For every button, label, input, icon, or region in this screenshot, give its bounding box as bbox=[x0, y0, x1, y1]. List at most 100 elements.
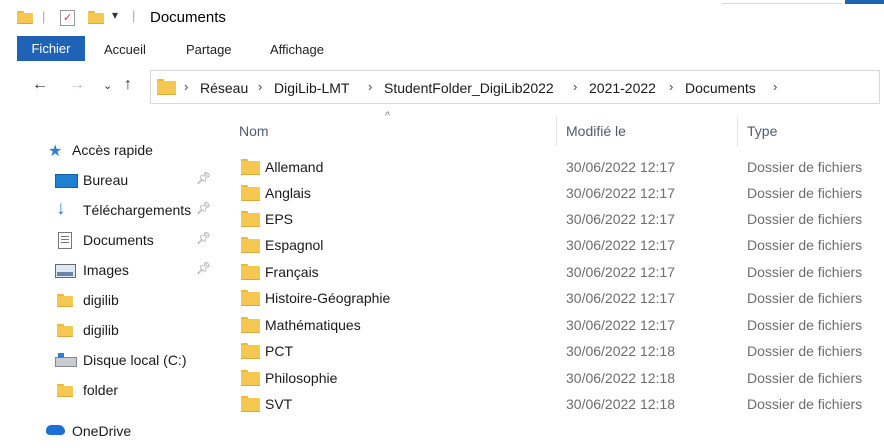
chevron-right-icon[interactable]: › bbox=[773, 79, 777, 94]
item-type: Dossier de fichiers bbox=[747, 237, 863, 253]
list-item[interactable]: Philosophie 30/06/2022 12:18 Dossier de … bbox=[240, 366, 884, 392]
list-item[interactable]: Mathématiques 30/06/2022 12:17 Dossier d… bbox=[240, 313, 884, 339]
item-modified: 30/06/2022 12:18 bbox=[566, 343, 675, 359]
item-type: Dossier de fichiers bbox=[747, 396, 863, 412]
list-item[interactable]: SVT 30/06/2022 12:18 Dossier de fichiers bbox=[240, 392, 884, 418]
column-header-modified[interactable]: Modifié le bbox=[566, 123, 626, 139]
item-type: Dossier de fichiers bbox=[747, 185, 863, 201]
item-modified: 30/06/2022 12:17 bbox=[566, 159, 675, 175]
item-type: Dossier de fichiers bbox=[747, 370, 863, 386]
item-name: SVT bbox=[265, 396, 293, 412]
sidebar-item-label: Images bbox=[83, 262, 129, 278]
properties-icon[interactable]: ✓ bbox=[60, 10, 75, 26]
sidebar-item-label: digilib bbox=[83, 322, 119, 338]
item-name: Allemand bbox=[265, 159, 324, 175]
breadcrumb-digilib-lmt[interactable]: DigiLib-LMT bbox=[274, 80, 349, 96]
image-icon bbox=[55, 264, 76, 278]
address-bar[interactable]: › Réseau › DigiLib-LMT › StudentFolder_D… bbox=[150, 70, 880, 104]
tab-fichier[interactable]: Fichier bbox=[17, 36, 85, 61]
item-modified: 30/06/2022 12:17 bbox=[566, 211, 675, 227]
item-type: Dossier de fichiers bbox=[747, 264, 863, 280]
list-item[interactable]: Allemand 30/06/2022 12:17 Dossier de fic… bbox=[240, 155, 884, 181]
item-name: Espagnol bbox=[265, 237, 324, 253]
star-icon: ★ bbox=[48, 143, 63, 160]
item-type: Dossier de fichiers bbox=[747, 211, 863, 227]
list-item[interactable]: Espagnol 30/06/2022 12:17 Dossier de fic… bbox=[240, 233, 884, 259]
cloud-icon bbox=[46, 425, 65, 435]
breadcrumb-studentfolder[interactable]: StudentFolder_DigiLib2022 bbox=[384, 80, 554, 96]
chevron-right-icon[interactable]: › bbox=[368, 79, 372, 94]
list-item[interactable]: Histoire-Géographie 30/06/2022 12:17 Dos… bbox=[240, 286, 884, 312]
item-name: Philosophie bbox=[265, 370, 338, 386]
ribbon-tabs: Fichier Accueil Partage Affichage bbox=[0, 34, 884, 62]
list-item[interactable]: EPS 30/06/2022 12:17 Dossier de fichiers bbox=[240, 207, 884, 233]
item-name: Français bbox=[265, 264, 319, 280]
list-item[interactable]: Anglais 30/06/2022 12:17 Dossier de fich… bbox=[240, 181, 884, 207]
folder-icon bbox=[241, 370, 260, 386]
navigation-row: ← → ⌄ ↑ › Réseau › DigiLib-LMT › Student… bbox=[0, 66, 884, 108]
column-divider[interactable] bbox=[556, 116, 557, 146]
folder-icon bbox=[17, 11, 33, 24]
chevron-right-icon[interactable]: › bbox=[573, 79, 577, 94]
folder-icon bbox=[241, 264, 260, 280]
chevron-right-icon[interactable]: › bbox=[258, 79, 262, 94]
sidebar-item-label: digilib bbox=[83, 292, 119, 308]
list-item[interactable]: PCT 30/06/2022 12:18 Dossier de fichiers bbox=[240, 339, 884, 365]
item-modified: 30/06/2022 12:17 bbox=[566, 290, 675, 306]
item-name: Histoire-Géographie bbox=[265, 290, 391, 306]
close-button[interactable] bbox=[845, 0, 884, 4]
pin-icon[interactable]: 📌︎ bbox=[196, 261, 211, 275]
onedrive-label: OneDrive bbox=[72, 423, 132, 439]
forward-arrow-icon[interactable]: → bbox=[69, 76, 85, 94]
document-icon bbox=[58, 232, 72, 249]
window-controls-area bbox=[722, 0, 842, 4]
pin-icon[interactable]: 📌︎ bbox=[196, 171, 211, 185]
item-modified: 30/06/2022 12:18 bbox=[566, 396, 675, 412]
pin-icon[interactable]: 📌︎ bbox=[196, 201, 211, 215]
folder-icon bbox=[57, 324, 73, 337]
breadcrumb-documents[interactable]: Documents bbox=[685, 80, 756, 96]
breadcrumb-reseau[interactable]: Réseau bbox=[200, 80, 248, 96]
column-divider[interactable] bbox=[737, 116, 738, 146]
tab-partage[interactable]: Partage bbox=[186, 38, 232, 62]
window-title: Documents bbox=[150, 9, 226, 26]
drive-icon bbox=[55, 353, 77, 367]
item-name: Anglais bbox=[265, 185, 311, 201]
qat-dropdown-icon[interactable]: ▾ bbox=[112, 8, 118, 22]
folder-icon bbox=[241, 185, 260, 201]
sidebar-item-label: folder bbox=[83, 382, 119, 398]
item-modified: 30/06/2022 12:17 bbox=[566, 185, 675, 201]
item-modified: 30/06/2022 12:17 bbox=[566, 317, 675, 333]
breadcrumb-year[interactable]: 2021-2022 bbox=[589, 80, 656, 96]
list-item[interactable]: Français 30/06/2022 12:17 Dossier de fic… bbox=[240, 260, 884, 286]
sort-ascending-icon: ^ bbox=[385, 110, 391, 122]
pin-icon[interactable]: 📌︎ bbox=[196, 231, 211, 245]
tab-accueil[interactable]: Accueil bbox=[104, 38, 146, 62]
tab-affichage[interactable]: Affichage bbox=[270, 38, 324, 62]
new-folder-icon[interactable] bbox=[88, 11, 104, 24]
chevron-right-icon[interactable]: › bbox=[184, 79, 188, 94]
column-header-type[interactable]: Type bbox=[747, 123, 777, 139]
up-arrow-icon[interactable]: ↑ bbox=[124, 76, 132, 94]
folder-icon bbox=[241, 317, 260, 333]
item-name: EPS bbox=[265, 211, 294, 227]
item-name: Mathématiques bbox=[265, 317, 361, 333]
download-arrow-icon: ↓ bbox=[56, 198, 66, 219]
qat-separator: | bbox=[42, 9, 46, 24]
quick-access-label: Accès rapide bbox=[72, 142, 153, 158]
desktop-icon bbox=[55, 174, 78, 188]
item-modified: 30/06/2022 12:17 bbox=[566, 237, 675, 253]
item-type: Dossier de fichiers bbox=[747, 343, 863, 359]
column-header-name[interactable]: Nom bbox=[239, 123, 269, 139]
folder-icon bbox=[241, 290, 260, 306]
item-type: Dossier de fichiers bbox=[747, 317, 863, 333]
chevron-right-icon[interactable]: › bbox=[669, 79, 673, 94]
item-type: Dossier de fichiers bbox=[747, 159, 863, 175]
recent-locations-chevron-icon[interactable]: ⌄ bbox=[103, 79, 112, 92]
sidebar-item-label: Téléchargements bbox=[83, 202, 192, 218]
folder-icon bbox=[157, 79, 176, 95]
folder-icon bbox=[241, 343, 260, 359]
back-arrow-icon[interactable]: ← bbox=[32, 76, 48, 94]
sidebar-item-label: Disque local (C:) bbox=[83, 352, 187, 368]
sidebar-item-label: Documents bbox=[83, 232, 154, 248]
